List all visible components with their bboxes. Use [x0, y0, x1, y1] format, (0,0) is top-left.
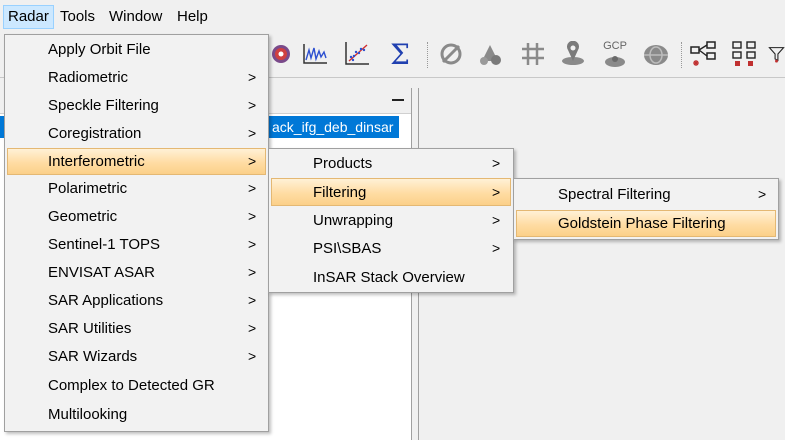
menu-item-label: SAR Utilities — [48, 320, 132, 337]
menu-item-sar-utilities[interactable]: SAR Utilities > — [7, 316, 266, 341]
menu-item-apply-orbit-file[interactable]: Apply Orbit File — [7, 37, 266, 62]
menu-tools[interactable]: Tools — [56, 5, 99, 29]
menu-item-label: Complex to Detected GR — [48, 377, 215, 394]
globe-eye-icon[interactable] — [641, 37, 671, 71]
menu-item-label: Apply Orbit File — [48, 41, 151, 58]
menu-item-label: Products — [313, 155, 373, 172]
menu-item-products[interactable]: Products > — [271, 151, 511, 176]
menu-item-envisat-asar[interactable]: ENVISAT ASAR > — [7, 260, 266, 285]
menu-item-polarimetric[interactable]: Polarimetric > — [7, 176, 266, 201]
menu-item-label: Geometric — [48, 208, 118, 225]
submenu-arrow-icon: > — [248, 125, 257, 141]
submenu-arrow-icon: > — [492, 212, 501, 228]
menu-item-label: InSAR Stack Overview — [313, 269, 465, 286]
menu-item-label: Goldstein Phase Filtering — [558, 215, 726, 232]
rocket-icon[interactable] — [475, 37, 505, 71]
product-tree-item[interactable]: ack_ifg_deb_dinsar — [268, 116, 400, 138]
menu-item-label: SAR Wizards — [48, 348, 138, 365]
submenu-arrow-icon: > — [492, 155, 501, 171]
submenu-arrow-icon: > — [248, 97, 257, 113]
submenu-arrow-icon: > — [492, 184, 501, 200]
scatter-plot-icon[interactable] — [342, 37, 372, 71]
minimize-button[interactable] — [389, 91, 407, 109]
batch-processing-icon[interactable] — [730, 37, 760, 71]
graph-builder-icon[interactable] — [689, 37, 719, 71]
menu-item-label: Spectral Filtering — [558, 186, 671, 203]
menu-item-label: Coregistration — [48, 125, 142, 142]
menu-item-label: ENVISAT ASAR — [48, 264, 155, 281]
submenu-arrow-icon: > — [492, 240, 501, 256]
grid-icon[interactable] — [518, 37, 548, 71]
menu-item-radiometric[interactable]: Radiometric > — [7, 65, 266, 90]
filter-icon[interactable] — [768, 37, 785, 71]
menu-item-label: Unwrapping — [313, 212, 394, 229]
menu-item-label: PSI\SBAS — [313, 240, 382, 257]
menu-item-label: SAR Applications — [48, 292, 164, 309]
interferometric-submenu: Products > Filtering > Unwrapping > PSI\… — [268, 148, 514, 293]
menu-item-label: Interferometric — [48, 153, 145, 170]
submenu-arrow-icon: > — [248, 153, 257, 169]
menu-item-spectral-filtering[interactable]: Spectral Filtering > — [516, 182, 776, 207]
menu-radar[interactable]: Radar — [3, 5, 54, 29]
menu-item-label: Polarimetric — [48, 180, 128, 197]
gcp-icon[interactable]: GCP — [600, 37, 630, 71]
toolbar-separator — [427, 42, 428, 68]
orbit-icon[interactable] — [436, 37, 466, 71]
menu-item-sar-applications[interactable]: SAR Applications > — [7, 288, 266, 313]
sigma-symbol: Σ — [390, 37, 410, 71]
menu-item-unwrapping[interactable]: Unwrapping > — [271, 208, 511, 233]
menu-item-label: Filtering — [313, 184, 367, 201]
menu-item-psi-sbas[interactable]: PSI\SBAS > — [271, 236, 511, 261]
gcp-label: GCP — [603, 40, 627, 52]
menu-help[interactable]: Help — [173, 5, 212, 29]
submenu-arrow-icon: > — [248, 180, 257, 196]
menu-item-insar-stack-overview[interactable]: InSAR Stack Overview — [271, 265, 511, 290]
menu-window[interactable]: Window — [105, 5, 166, 29]
filtering-submenu: Spectral Filtering > Goldstein Phase Fil… — [513, 178, 779, 240]
spectrum-icon[interactable] — [300, 37, 330, 71]
menu-item-sentinel-1-tops[interactable]: Sentinel-1 TOPS > — [7, 232, 266, 257]
menu-item-goldstein-phase-filtering[interactable]: Goldstein Phase Filtering — [516, 210, 776, 237]
menu-item-complex-to-detected-gr[interactable]: Complex to Detected GR — [7, 373, 266, 398]
menu-item-coregistration[interactable]: Coregistration > — [7, 121, 266, 146]
submenu-arrow-icon: > — [248, 208, 257, 224]
sigma-icon[interactable]: Σ — [385, 37, 415, 71]
menu-item-geometric[interactable]: Geometric > — [7, 204, 266, 229]
menu-item-label: Radiometric — [48, 69, 129, 86]
submenu-arrow-icon: > — [248, 69, 257, 85]
submenu-arrow-icon: > — [248, 320, 257, 336]
menu-item-label: Multilooking — [48, 406, 128, 423]
menu-item-filtering[interactable]: Filtering > — [271, 178, 511, 206]
menu-item-multilooking[interactable]: Multilooking — [7, 402, 266, 427]
gcp-pin-icon[interactable] — [558, 37, 588, 71]
submenu-arrow-icon: > — [248, 264, 257, 280]
menu-item-speckle-filtering[interactable]: Speckle Filtering > — [7, 93, 266, 118]
submenu-arrow-icon: > — [248, 348, 257, 364]
submenu-arrow-icon: > — [248, 236, 257, 252]
menu-item-interferometric[interactable]: Interferometric > — [7, 148, 266, 175]
radar-menu: Apply Orbit File Radiometric > Speckle F… — [4, 34, 269, 432]
submenu-arrow-icon: > — [758, 186, 767, 202]
menu-item-label: Speckle Filtering — [48, 97, 159, 114]
menu-bar: Radar Tools Window Help — [0, 0, 785, 34]
submenu-arrow-icon: > — [248, 292, 257, 308]
toolbar-separator — [681, 42, 682, 68]
menu-item-label: Sentinel-1 TOPS — [48, 236, 161, 253]
globe-icon[interactable] — [266, 37, 296, 71]
minimize-icon — [392, 99, 404, 101]
menu-item-sar-wizards[interactable]: SAR Wizards > — [7, 344, 266, 369]
